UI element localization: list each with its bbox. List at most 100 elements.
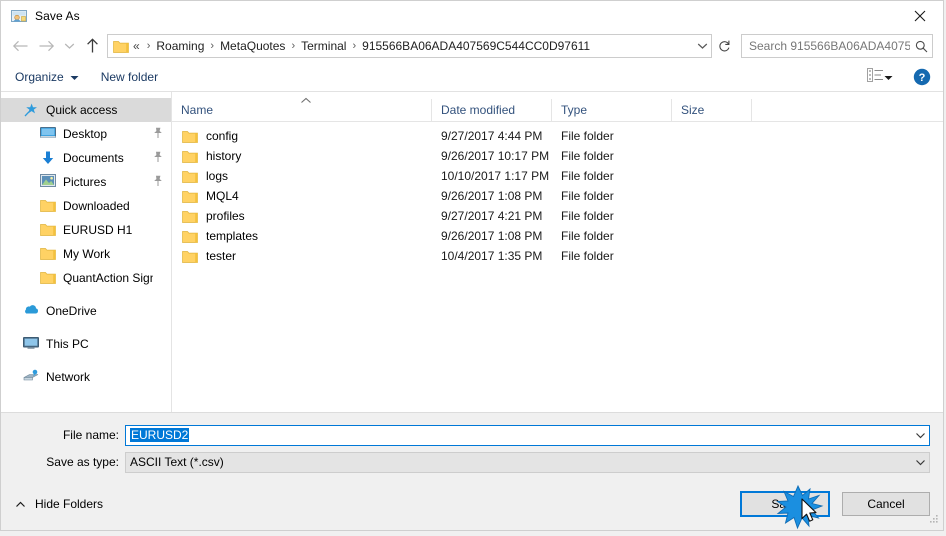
- file-type: File folder: [561, 169, 614, 183]
- window-title: Save As: [35, 8, 80, 23]
- sidebar-item-downloaded[interactable]: Downloaded: [1, 194, 171, 218]
- file-name-row: File name: EURUSD2: [1, 424, 943, 446]
- breadcrumb-bar[interactable]: « › Roaming › MetaQuotes › Terminal › 91…: [107, 34, 712, 58]
- onedrive-icon: [23, 303, 39, 319]
- sidebar-item-label: Desktop: [63, 127, 108, 141]
- sidebar-item-label: My Work: [63, 247, 111, 261]
- table-row[interactable]: templates 9/26/2017 1:08 PM File folder: [172, 226, 943, 246]
- folder-icon: [40, 270, 56, 286]
- folder-icon: [182, 249, 198, 263]
- documents-icon: [40, 150, 56, 166]
- folder-icon: [182, 189, 198, 203]
- file-type-row: Save as type: ASCII Text (*.csv): [1, 451, 943, 473]
- sidebar-item-label: QuantAction Signal: [63, 271, 153, 285]
- sidebar-item-label: This PC: [46, 337, 89, 351]
- breadcrumb-sep: ›: [291, 40, 296, 52]
- organize-button[interactable]: Organize: [15, 70, 79, 84]
- breadcrumb-item-0[interactable]: Roaming: [155, 39, 205, 53]
- svg-text:?: ?: [919, 72, 926, 84]
- file-type: File folder: [561, 249, 614, 263]
- table-row[interactable]: profiles 9/27/2017 4:21 PM File folder: [172, 206, 943, 226]
- column-header-row: Name Date modified Type Size: [172, 98, 943, 122]
- recent-locations-button[interactable]: [59, 33, 79, 59]
- close-button[interactable]: [897, 1, 943, 30]
- chevron-down-icon: [916, 459, 925, 465]
- file-name-selected-text: EURUSD2: [130, 428, 190, 442]
- table-row[interactable]: history 9/26/2017 10:17 PM File folder: [172, 146, 943, 166]
- sidebar-item-network[interactable]: Network: [1, 365, 171, 389]
- cancel-button[interactable]: Cancel: [842, 492, 930, 516]
- table-row[interactable]: config 9/27/2017 4:44 PM File folder: [172, 126, 943, 146]
- desktop-icon: [40, 126, 56, 142]
- address-dropdown-button[interactable]: [693, 42, 711, 50]
- file-date-modified: 9/26/2017 1:08 PM: [441, 229, 543, 243]
- file-name-value[interactable]: EURUSD2: [126, 428, 912, 442]
- sidebar-item-documents[interactable]: Documents: [1, 146, 171, 170]
- sidebar-item-my-work[interactable]: My Work: [1, 242, 171, 266]
- sidebar-item-pictures[interactable]: Pictures: [1, 170, 171, 194]
- chevron-down-icon: [64, 43, 74, 49]
- sidebar-item-eurusd-h1[interactable]: EURUSD H1: [1, 218, 171, 242]
- breadcrumb-item-2[interactable]: Terminal: [300, 39, 347, 53]
- resize-grip-icon[interactable]: [928, 513, 940, 528]
- hide-folders-label: Hide Folders: [35, 497, 104, 511]
- column-header-date-modified[interactable]: Date modified: [432, 98, 552, 122]
- save-as-type-dropdown-button[interactable]: [912, 459, 929, 466]
- sidebar-item-desktop[interactable]: Desktop: [1, 122, 171, 146]
- file-name-input[interactable]: EURUSD2: [125, 424, 930, 446]
- network-icon: [23, 369, 39, 385]
- caret-down-icon: [884, 70, 893, 84]
- sidebar-item-onedrive[interactable]: OneDrive: [1, 299, 171, 323]
- back-button[interactable]: [7, 33, 33, 59]
- breadcrumb-overflow[interactable]: «: [133, 39, 142, 53]
- breadcrumb-item-3[interactable]: 915566BA06ADA407569C544CC0D97611: [361, 39, 591, 53]
- sidebar-item-label: Quick access: [46, 103, 118, 117]
- file-rows: config 9/27/2017 4:44 PM File folder his…: [172, 122, 943, 412]
- sort-indicator-strip: [172, 92, 943, 103]
- file-name-dropdown-button[interactable]: [912, 432, 929, 439]
- up-button[interactable]: [79, 33, 105, 59]
- file-date-modified: 9/26/2017 10:17 PM: [441, 149, 550, 163]
- sidebar-item-label: Network: [46, 370, 91, 384]
- breadcrumb-sep: ›: [352, 40, 357, 52]
- file-date-modified: 10/4/2017 1:35 PM: [441, 249, 543, 263]
- sidebar-item-quantaction-signal[interactable]: QuantAction Signal: [1, 266, 171, 290]
- change-view-button[interactable]: [867, 68, 893, 85]
- breadcrumb-sep: ›: [210, 40, 215, 52]
- folder-icon: [40, 222, 56, 238]
- sidebar-item-label: OneDrive: [46, 304, 97, 318]
- column-header-size[interactable]: Size: [672, 98, 752, 122]
- pictures-icon: [40, 174, 56, 190]
- help-button[interactable]: ?: [913, 68, 931, 86]
- forward-button[interactable]: [33, 33, 59, 59]
- file-date-modified: 9/27/2017 4:44 PM: [441, 129, 543, 143]
- address-bar: « › Roaming › MetaQuotes › Terminal › 91…: [1, 30, 943, 62]
- table-row[interactable]: MQL4 9/26/2017 1:08 PM File folder: [172, 186, 943, 206]
- title-bar: Save As: [1, 1, 943, 30]
- search-box[interactable]: Search 915566BA06ADA40756...: [741, 34, 933, 58]
- folder-icon: [182, 229, 198, 243]
- command-bar: Organize New folder ?: [1, 62, 943, 92]
- hide-folders-button[interactable]: Hide Folders: [15, 497, 103, 511]
- nav-gap: [1, 356, 171, 365]
- button-row: Hide Folders Save Cancel: [1, 478, 943, 530]
- sidebar-item-quick-access[interactable]: Quick access: [1, 98, 171, 122]
- search-input[interactable]: Search 915566BA06ADA40756...: [742, 39, 910, 53]
- save-as-type-value: ASCII Text (*.csv): [130, 455, 224, 469]
- file-type: File folder: [561, 149, 614, 163]
- file-name: templates: [206, 229, 259, 243]
- sidebar-item-this-pc[interactable]: This PC: [1, 332, 171, 356]
- breadcrumb-item-1[interactable]: MetaQuotes: [219, 39, 286, 53]
- view-layout-icon: [867, 68, 884, 85]
- table-row[interactable]: logs 10/10/2017 1:17 PM File folder: [172, 166, 943, 186]
- new-folder-button[interactable]: New folder: [101, 70, 158, 84]
- sidebar-item-label: Downloaded: [63, 199, 130, 213]
- save-button[interactable]: Save: [740, 491, 830, 517]
- column-header-type[interactable]: Type: [552, 98, 672, 122]
- file-name: profiles: [206, 209, 245, 223]
- refresh-button[interactable]: [713, 34, 735, 58]
- save-as-type-select[interactable]: ASCII Text (*.csv): [125, 451, 930, 473]
- table-row[interactable]: tester 10/4/2017 1:35 PM File folder: [172, 246, 943, 266]
- chevron-up-icon: [15, 497, 26, 511]
- refresh-icon: [718, 40, 729, 52]
